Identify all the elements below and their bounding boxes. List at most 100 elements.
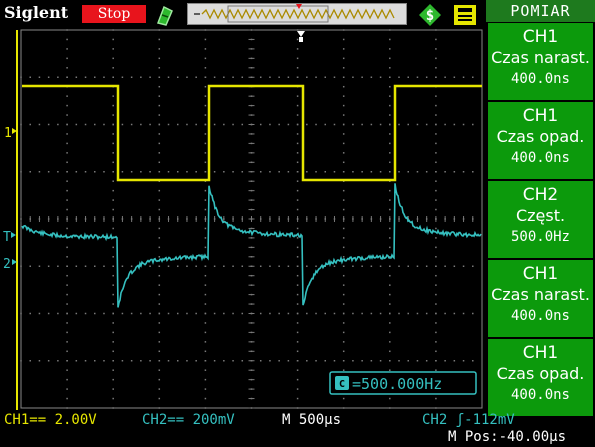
grid-dot	[47, 76, 50, 78]
grid-dot	[259, 265, 262, 267]
measure-slot-1[interactable]: CH1 Czas narast. 400.0ns	[488, 23, 593, 100]
grid-dot	[435, 284, 437, 286]
grid-dot	[389, 104, 391, 107]
grid-dot	[269, 123, 271, 126]
grid-dot	[158, 142, 161, 145]
ch2-scale: CH2== 200mV	[142, 412, 235, 428]
grid-dot	[94, 171, 96, 173]
grid-dot	[315, 76, 317, 78]
grid-dot	[342, 189, 345, 192]
grid-dot	[204, 407, 207, 409]
grid-dot	[66, 180, 68, 182]
grid-dot	[112, 293, 114, 296]
grid-dot	[38, 360, 41, 362]
grid-dot	[287, 265, 290, 267]
grid-dot	[342, 208, 345, 211]
grid-dot	[370, 312, 373, 315]
grid-dot	[296, 199, 299, 201]
grid-dot	[20, 123, 22, 126]
grid-dot	[204, 67, 207, 69]
grid-dot	[158, 29, 161, 31]
grid-dot	[204, 303, 207, 305]
grid-dot	[379, 265, 382, 267]
grid-dot	[306, 265, 308, 267]
grid-dot	[287, 76, 290, 78]
grid-dot	[158, 256, 161, 258]
grid-dot	[232, 171, 234, 173]
grid-dot	[158, 171, 161, 173]
grid-dot	[66, 152, 68, 154]
grid-dot	[444, 265, 446, 267]
frequency-counter: C =500.000Hz	[329, 371, 477, 395]
grid-dot	[389, 331, 391, 334]
grid-dot	[195, 360, 197, 362]
grid-dot	[315, 171, 317, 173]
measure-slot-2[interactable]: CH1 Czas opad. 400.0ns	[488, 102, 593, 179]
grid-dot	[296, 171, 299, 173]
grid-dot	[94, 312, 96, 315]
grid-dot	[204, 369, 207, 371]
grid-dot	[232, 312, 234, 315]
grid-dot	[425, 312, 428, 315]
grid-dot	[352, 76, 354, 78]
grid-dot	[204, 227, 207, 230]
grid-dot	[158, 38, 161, 41]
grid-dot	[38, 76, 41, 78]
grid-dot	[379, 171, 382, 173]
grid-dot	[186, 76, 188, 78]
grid-dot	[241, 76, 244, 78]
grid-dot	[20, 360, 22, 362]
grid-dot	[389, 76, 391, 78]
grid-dot	[296, 312, 299, 315]
grid-dot	[167, 123, 170, 126]
grid-dot	[186, 312, 188, 315]
grid-dot	[204, 265, 207, 267]
measure-slot-5[interactable]: CH1 Czas opad. 400.0ns	[488, 339, 593, 416]
grid-dot	[315, 312, 317, 315]
grid-dot	[66, 57, 68, 60]
measure-slot-3[interactable]: CH2 Częst. 500.0Hz	[488, 181, 593, 258]
grid-dot	[140, 76, 142, 78]
grid-dot	[296, 378, 299, 381]
grid-dot	[158, 76, 161, 78]
grid-dot	[47, 360, 50, 362]
grid-dot	[269, 171, 271, 173]
grid-dot	[435, 407, 437, 409]
grid-dot	[149, 76, 151, 78]
grid-dot	[342, 85, 345, 88]
grid-dot	[389, 293, 391, 296]
grid-dot	[416, 312, 419, 315]
grid-dot	[342, 360, 345, 362]
grid-dot	[38, 123, 41, 126]
grid-dot	[204, 161, 207, 164]
grid-dot	[370, 265, 373, 267]
grid-dot	[342, 152, 345, 154]
grid-dot	[66, 133, 68, 135]
grid-dot	[158, 199, 161, 201]
grid-dot	[342, 322, 345, 324]
grid-dot	[158, 208, 161, 211]
grid-dot	[204, 85, 207, 88]
measure-source: CH1	[522, 106, 559, 126]
grid-dot	[29, 265, 31, 267]
measure-value: 400.0ns	[510, 71, 570, 87]
measure-value: 400.0ns	[510, 387, 570, 403]
grid-dot	[296, 265, 299, 267]
grid-dot	[204, 152, 207, 154]
grid-dot	[352, 312, 354, 315]
grid-dot	[342, 123, 345, 126]
grid-dot	[38, 265, 41, 267]
grid-dot	[389, 227, 391, 230]
grid-dot	[389, 303, 391, 305]
grid-dot	[112, 284, 114, 286]
grid-dot	[66, 378, 68, 381]
grid-dot	[112, 341, 114, 343]
measure-slot-4[interactable]: CH1 Czas narast. 400.0ns	[488, 260, 593, 337]
grid-dot	[389, 114, 391, 116]
grid-dot	[296, 350, 299, 353]
grid-dot	[130, 360, 133, 362]
grid-dot	[389, 246, 391, 249]
grid-dot	[84, 171, 87, 173]
grid-dot	[204, 208, 207, 211]
grid-dot	[315, 360, 317, 362]
